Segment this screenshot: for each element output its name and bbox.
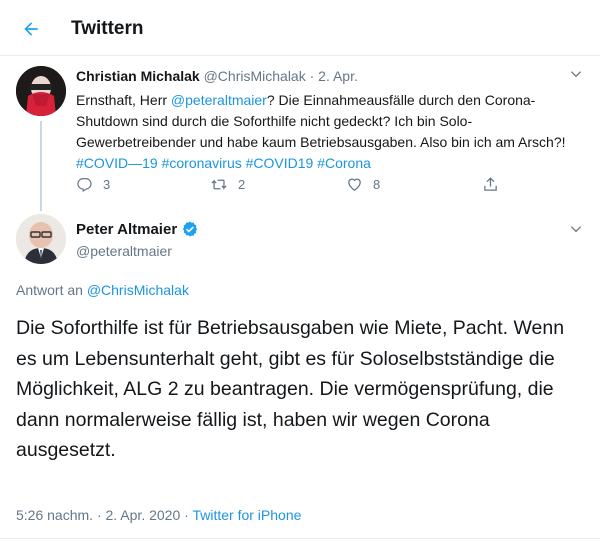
page-title: Twittern bbox=[71, 18, 144, 39]
reply-to-line: Antwort an @ChrisMichalak bbox=[16, 282, 189, 298]
reply-icon bbox=[77, 178, 92, 193]
divider bbox=[0, 538, 600, 539]
thread-line bbox=[40, 121, 42, 211]
tweet1-separator: · bbox=[309, 68, 315, 84]
tweet2-more-button[interactable] bbox=[566, 219, 586, 239]
heart-icon bbox=[348, 178, 361, 191]
tweet2-separator2: · bbox=[184, 507, 189, 523]
tweet1-author-name[interactable]: Christian Michalak bbox=[76, 68, 200, 84]
share-icon bbox=[484, 177, 497, 191]
reply-to-prefix: Antwort an bbox=[16, 282, 87, 298]
avatar-peter-altmaier[interactable] bbox=[16, 214, 66, 264]
arrow-left-icon bbox=[24, 22, 38, 36]
tweet1-date[interactable]: 2. Apr. bbox=[318, 68, 358, 84]
verified-badge-icon bbox=[183, 221, 198, 237]
like-button[interactable]: 8 bbox=[346, 176, 380, 193]
retweet-button[interactable]: 2 bbox=[210, 176, 245, 193]
tweet2-text: Die Soforthilfe ist für Betriebsausgaben… bbox=[16, 317, 565, 461]
reply-to-link[interactable]: @ChrisMichalak bbox=[87, 282, 189, 298]
tweet2-author-name-text: Peter Altmaier bbox=[76, 220, 178, 238]
tweet2-date[interactable]: 2. Apr. 2020 bbox=[106, 507, 181, 523]
retweet-icon bbox=[211, 179, 227, 190]
reply-count: 3 bbox=[103, 177, 111, 192]
tweet1-mention-link[interactable]: @peteraltmaier bbox=[171, 92, 267, 108]
tweet2-author-name[interactable]: Peter Altmaier bbox=[76, 220, 199, 238]
tweet2-separator1: · bbox=[96, 507, 102, 523]
tweet1-more-button[interactable] bbox=[566, 64, 586, 84]
reply-button[interactable]: 3 bbox=[76, 176, 110, 193]
tweet1-author-handle[interactable]: @ChrisMichalak bbox=[204, 68, 306, 84]
tweet1-hashtags[interactable]: #COVID—19 #coronavirus #COVID19 #Corona bbox=[76, 155, 371, 171]
retweet-count: 2 bbox=[238, 177, 246, 192]
tweet1-text-part1: Ernsthaft, Herr bbox=[76, 92, 171, 108]
back-button[interactable] bbox=[14, 12, 48, 46]
avatar-christian-michalak[interactable] bbox=[16, 66, 66, 116]
tweet1-text: Ernsthaft, Herr @peteraltmaier? Die Einn… bbox=[76, 90, 581, 174]
tweet2-meta: 5:26 nachm. · 2. Apr. 2020 · Twitter for… bbox=[16, 507, 301, 523]
like-count: 8 bbox=[373, 177, 381, 192]
tweet2-time[interactable]: 5:26 nachm. bbox=[16, 507, 93, 523]
chevron-down-icon bbox=[570, 226, 582, 233]
header: Twittern bbox=[0, 0, 600, 56]
tweet2-source[interactable]: Twitter for iPhone bbox=[192, 507, 301, 523]
share-button[interactable] bbox=[482, 176, 499, 193]
tweet1-header: Christian Michalak @ChrisMichalak · 2. A… bbox=[76, 68, 358, 84]
tweet2-author-handle[interactable]: @peteraltmaier bbox=[76, 243, 172, 259]
tweet1-actions: 3 2 8 bbox=[76, 176, 516, 196]
chevron-down-icon bbox=[570, 71, 582, 78]
